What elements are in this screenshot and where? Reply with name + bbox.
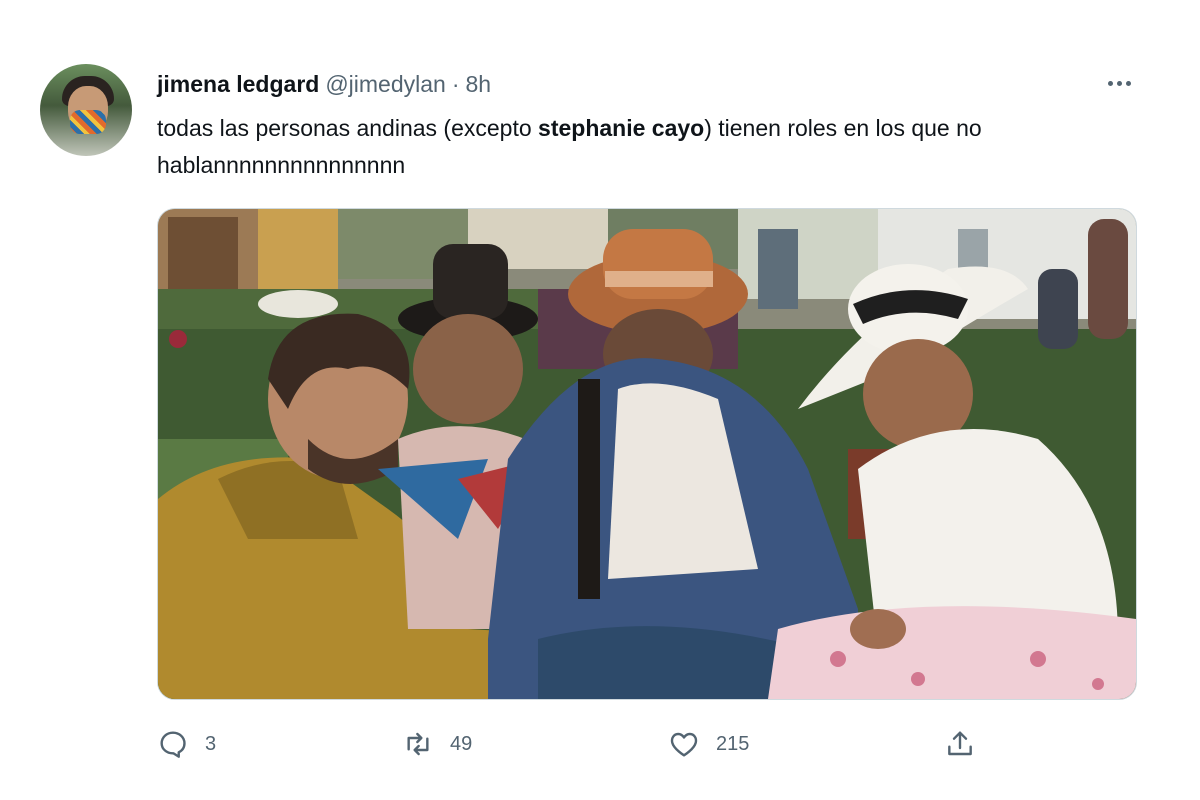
tweet-text: todas las personas andinas (excepto step… (157, 110, 1117, 184)
avatar-mask (70, 110, 106, 134)
retweet-count: 49 (450, 732, 473, 755)
avatar[interactable] (40, 64, 132, 156)
tweet-media-image[interactable] (157, 208, 1137, 700)
heart-icon (670, 732, 698, 757)
retweet-button[interactable]: 49 (402, 722, 472, 766)
photo-scene (158, 209, 1136, 699)
retweet-icon (407, 732, 429, 756)
tweet-actions: 3 49 215 (157, 722, 1147, 766)
tweet-text-part1: todas las personas andinas (excepto (157, 115, 539, 141)
like-count: 215 (716, 732, 750, 755)
more-dot (1116, 80, 1122, 86)
separator-dot: · (451, 70, 460, 97)
tweet-text-mention: stephanie cayo (538, 115, 705, 141)
reply-button[interactable]: 3 (157, 722, 216, 766)
tweet[interactable]: jimena ledgard @jimedylan · 8h todas las… (0, 0, 1200, 800)
tweet-header: jimena ledgard @jimedylan · 8h (157, 68, 491, 100)
reply-count: 3 (205, 732, 217, 755)
more-dot (1125, 80, 1131, 86)
tweet-time[interactable]: 8h (466, 71, 492, 98)
share-button[interactable] (944, 722, 976, 766)
author-handle[interactable]: @jimedylan (325, 71, 446, 98)
more-dot (1107, 80, 1113, 86)
share-icon (948, 731, 972, 756)
reply-icon (160, 731, 186, 758)
more-icon[interactable] (1102, 70, 1136, 96)
author-name[interactable]: jimena ledgard (157, 71, 319, 98)
like-button[interactable]: 215 (668, 722, 749, 766)
